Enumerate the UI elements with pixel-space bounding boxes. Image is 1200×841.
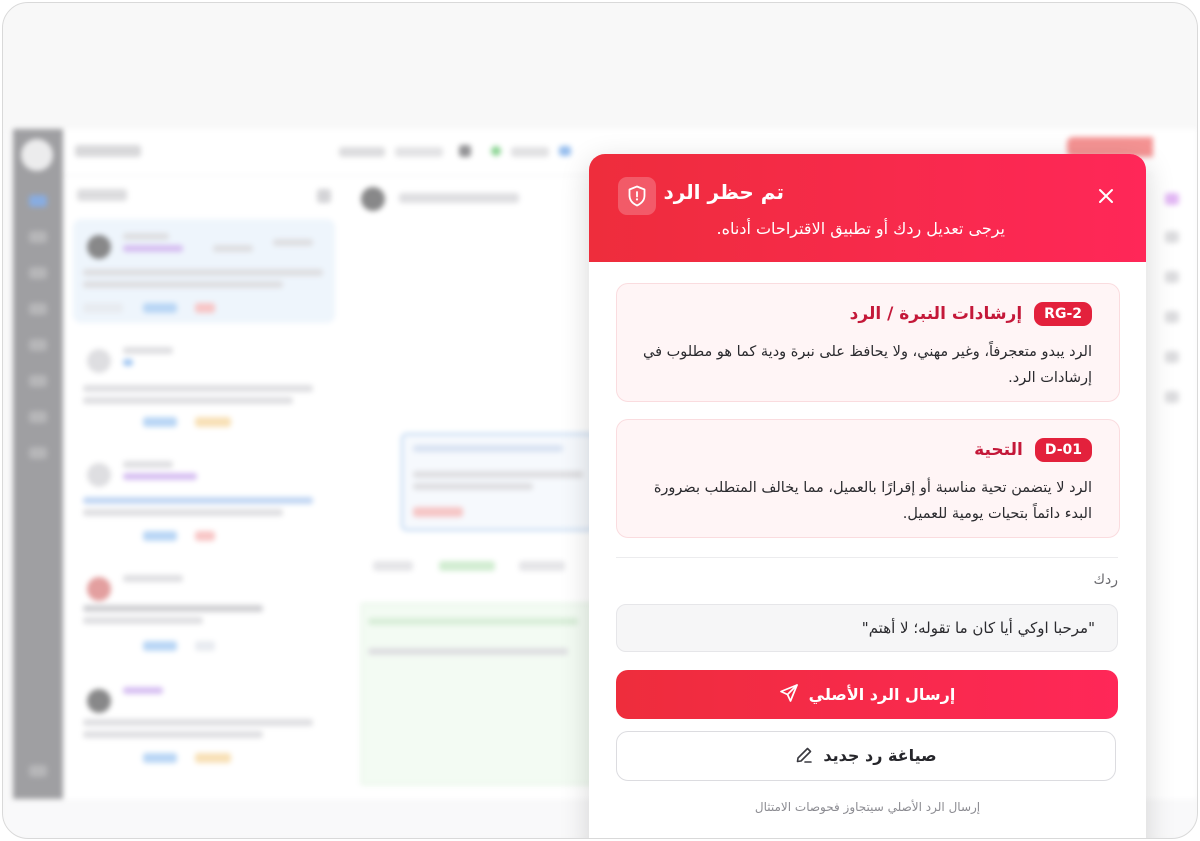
modal-subtitle: يرجى تعديل ردك أو تطبيق الاقتراحات أدناه… <box>716 219 1005 238</box>
violation-header: D-01 التحية <box>974 438 1092 462</box>
violation-title: التحية <box>974 440 1023 460</box>
modal-header: تم حظر الرد يرجى تعديل ردك أو تطبيق الاق… <box>589 154 1146 262</box>
rewrite-reply-button[interactable]: صياغة رد جديد <box>616 731 1116 781</box>
violation-code-badge: RG-2 <box>1034 302 1092 326</box>
app-frame: تم حظر الرد يرجى تعديل ردك أو تطبيق الاق… <box>2 2 1198 839</box>
violation-description: الرد لا يتضمن تحية مناسبة أو إقرارًا بال… <box>653 480 1092 522</box>
violation-card: D-01 التحية الرد لا يتضمن تحية مناسبة أو… <box>616 419 1120 538</box>
section-divider <box>616 557 1118 558</box>
violation-title: إرشادات النبرة / الرد <box>849 304 1023 324</box>
reply-preview: "مرحبا اوكي أيا كان ما تقوله؛ لا أهتم" <box>616 604 1118 652</box>
reply-text: "مرحبا اوكي أيا كان ما تقوله؛ لا أهتم" <box>861 619 1095 637</box>
violation-card: RG-2 إرشادات النبرة / الرد الرد يبدو متع… <box>616 283 1120 402</box>
violation-description: الرد يبدو متعجرفاً، وغير مهني، ولا يحافظ… <box>643 344 1092 386</box>
send-original-button[interactable]: إرسال الرد الأصلي <box>616 670 1118 719</box>
bypass-warning-note: إرسال الرد الأصلي سيتجاوز فحوصات الامتثا… <box>754 800 981 814</box>
violation-header: RG-2 إرشادات النبرة / الرد <box>850 302 1092 326</box>
violation-code-badge: D-01 <box>1034 438 1092 462</box>
close-icon[interactable] <box>1094 184 1118 208</box>
blocked-reply-modal: تم حظر الرد يرجى تعديل ردك أو تطبيق الاق… <box>589 154 1146 838</box>
pencil-icon <box>795 746 813 767</box>
rewrite-label: صياغة رد جديد <box>823 746 937 765</box>
reply-label: ردك <box>1093 572 1118 588</box>
send-icon <box>779 683 799 706</box>
send-original-label: إرسال الرد الأصلي <box>808 684 956 704</box>
shield-alert-icon <box>618 177 656 215</box>
modal-title: تم حظر الرد <box>663 180 784 204</box>
